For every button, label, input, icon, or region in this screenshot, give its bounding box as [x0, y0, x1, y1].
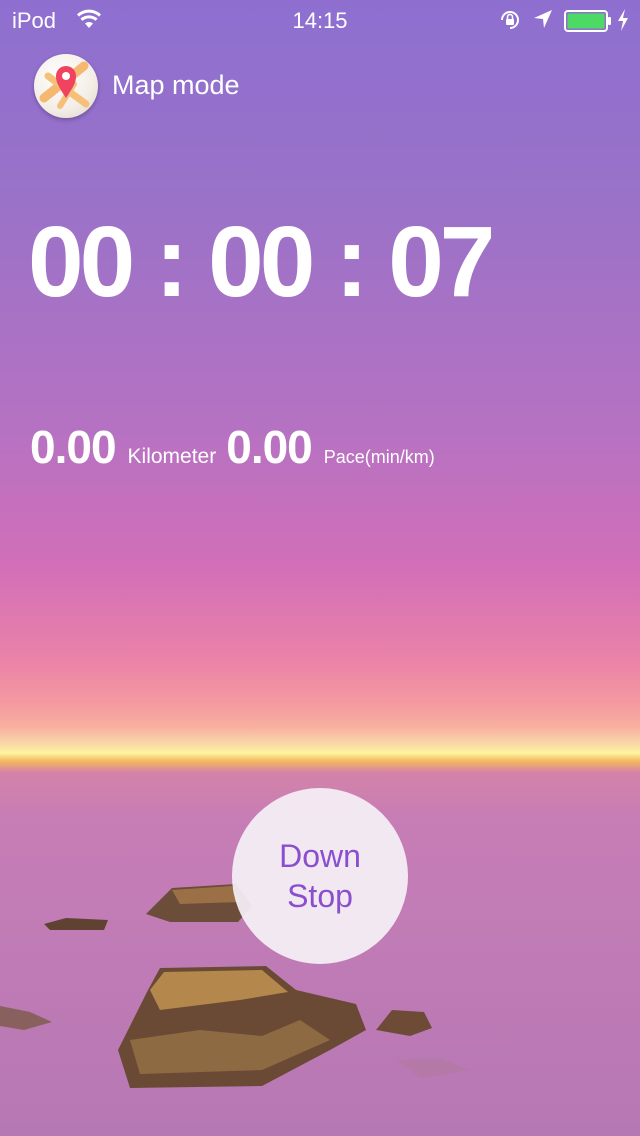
- background-rocks: [0, 884, 470, 1088]
- run-screen: iPod 14:15 Map mode 00: 00: 07 0.00 Ki…: [0, 0, 640, 1136]
- stop-button-line2: Stop: [287, 878, 353, 914]
- stop-button-line1: Down: [279, 838, 361, 874]
- stop-button[interactable]: Down Stop: [232, 788, 408, 964]
